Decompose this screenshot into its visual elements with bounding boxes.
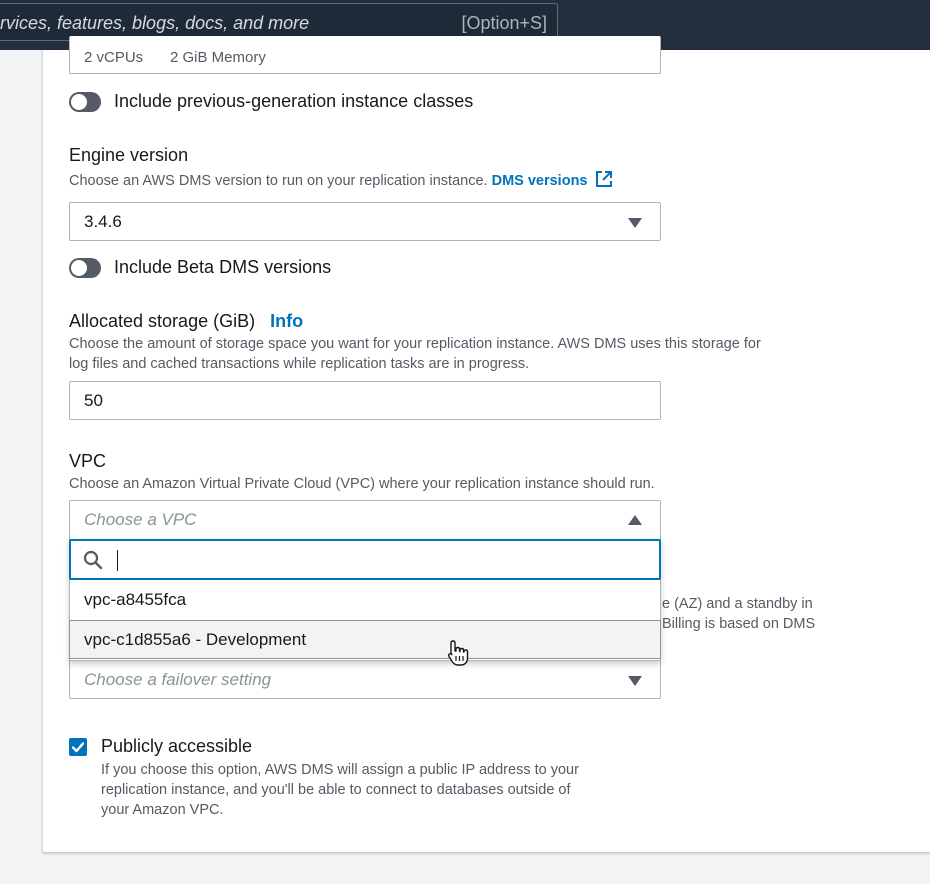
beta-versions-toggle[interactable] xyxy=(69,258,101,278)
engine-version-description: Choose an AWS DMS version to run on your… xyxy=(69,170,613,194)
check-icon xyxy=(71,742,85,753)
vpc-placeholder: Choose a VPC xyxy=(84,510,197,529)
prev-gen-toggle[interactable] xyxy=(69,92,101,112)
external-link-icon[interactable] xyxy=(595,170,613,194)
engine-version-label: Engine version xyxy=(69,145,189,165)
beta-versions-toggle-label: Include Beta DMS versions xyxy=(114,257,332,277)
search-placeholder: rvices, features, blogs, docs, and more xyxy=(0,13,310,33)
vpc-label: VPC xyxy=(69,451,107,471)
memory-text: 2 GiB Memory xyxy=(170,49,266,66)
engine-version-value: 3.4.6 xyxy=(84,212,122,231)
vcpus-text: 2 vCPUs xyxy=(84,49,144,66)
failover-select[interactable]: Choose a failover setting xyxy=(69,660,661,699)
caret-down-icon xyxy=(628,676,642,686)
publicly-accessible-checkbox[interactable] xyxy=(69,738,87,756)
vpc-option-label: vpc-a8455fca xyxy=(84,590,187,609)
public-description-line-1: If you choose this option, AWS DMS will … xyxy=(101,762,579,778)
public-description-line-3: your Amazon VPC. xyxy=(101,802,224,818)
storage-description-line-2: log files and cached transactions while … xyxy=(69,356,530,372)
text-cursor xyxy=(117,550,118,571)
search-icon xyxy=(83,550,103,575)
engine-version-description-text: Choose an AWS DMS version to run on your… xyxy=(69,173,488,189)
dms-versions-link[interactable]: DMS versions xyxy=(492,173,588,189)
storage-info-link[interactable]: Info xyxy=(270,311,303,331)
vpc-option-label: vpc-c1d855a6 - Development xyxy=(84,630,307,649)
storage-input[interactable]: 50 xyxy=(69,381,661,420)
publicly-accessible-description: If you choose this option, AWS DMS will … xyxy=(101,760,579,820)
multi-az-description-line-1: e (AZ) and a standby in xyxy=(662,596,813,612)
vpc-dropdown-list: vpc-a8455fca vpc-c1d855a6 - Development xyxy=(69,539,661,661)
vpc-option[interactable]: vpc-a8455fca xyxy=(70,581,660,620)
storage-heading: Allocated storage (GiB) Info xyxy=(69,311,303,332)
public-description-line-2: replication instance, and you'll be able… xyxy=(101,782,571,798)
storage-description-line-1: Choose the amount of storage space you w… xyxy=(69,336,761,352)
storage-description: Choose the amount of storage space you w… xyxy=(69,334,761,374)
engine-version-select[interactable]: 3.4.6 xyxy=(69,202,661,241)
failover-placeholder: Choose a failover setting xyxy=(84,670,272,689)
publicly-accessible-label: Publicly accessible xyxy=(101,736,253,756)
instance-class-summary[interactable]: 2 vCPUs 2 GiB Memory xyxy=(69,36,661,74)
caret-down-icon xyxy=(628,218,642,228)
vpc-option[interactable]: vpc-c1d855a6 - Development xyxy=(69,620,661,659)
prev-gen-toggle-label: Include previous-generation instance cla… xyxy=(114,91,474,111)
storage-label: Allocated storage (GiB) xyxy=(69,311,256,331)
search-shortcut-hint: [Option+S] xyxy=(461,13,547,33)
storage-value: 50 xyxy=(84,391,103,410)
hand-pointer-icon xyxy=(446,639,472,672)
multi-az-description: e (AZ) and a standby in Billing is based… xyxy=(662,594,815,634)
vpc-select[interactable]: Choose a VPC xyxy=(69,500,661,540)
vpc-filter-input[interactable] xyxy=(69,539,661,580)
vpc-description: Choose an Amazon Virtual Private Cloud (… xyxy=(69,476,655,492)
toggle-knob xyxy=(71,260,87,276)
caret-up-icon xyxy=(628,515,642,525)
multi-az-description-line-2: Billing is based on DMS xyxy=(662,616,816,632)
toggle-knob xyxy=(71,94,87,110)
